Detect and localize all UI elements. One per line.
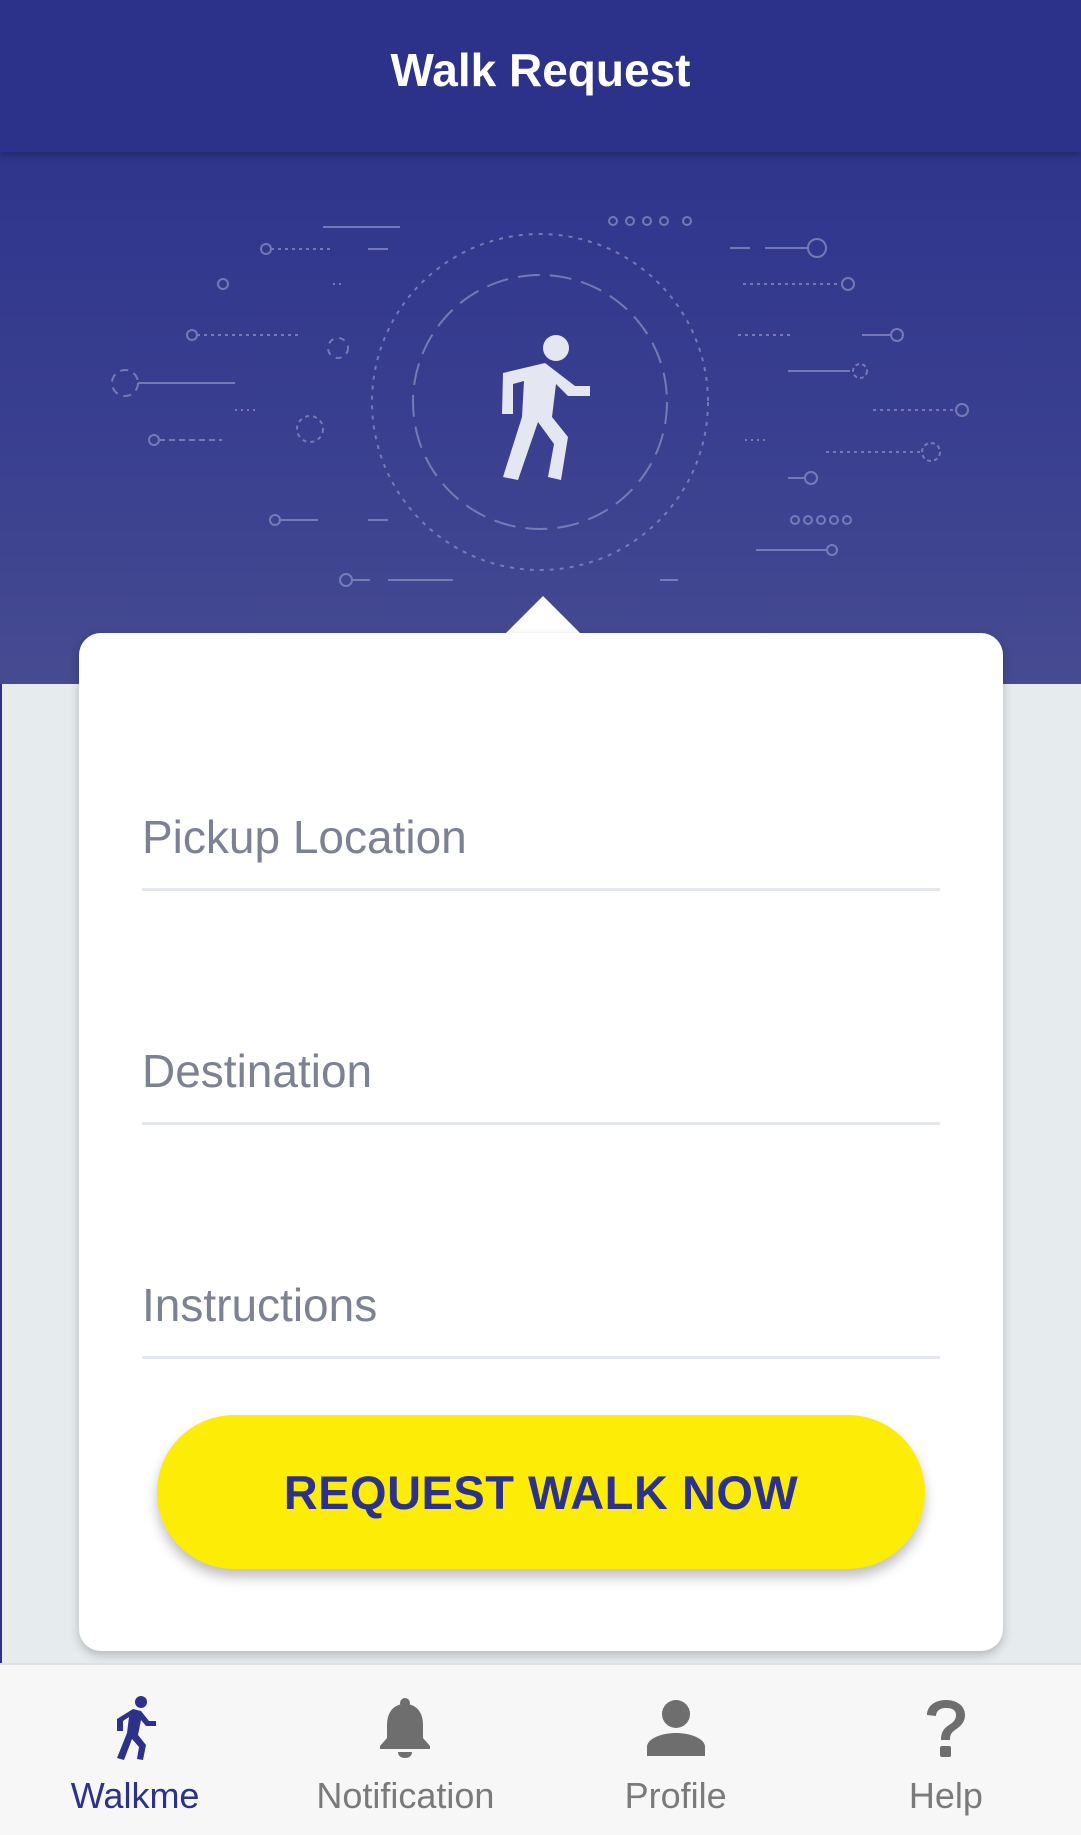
bottom-navigation: Walkme Notification Profile Help: [0, 1663, 1081, 1835]
nav-item-profile[interactable]: Profile: [541, 1665, 811, 1835]
nav-item-walkme[interactable]: Walkme: [0, 1665, 270, 1835]
nav-item-notification[interactable]: Notification: [270, 1665, 540, 1835]
nav-label-notification: Notification: [316, 1775, 495, 1816]
walking-person-icon: [502, 335, 590, 480]
card-pointer: [505, 596, 581, 634]
page-title: Walk Request: [390, 44, 691, 96]
nav-label-walkme: Walkme: [70, 1775, 200, 1816]
page-edge-divider: [0, 684, 2, 1663]
instructions-placeholder: Instructions: [142, 1279, 378, 1331]
app-header: Walk Request: [0, 0, 1081, 152]
nav-label-profile: Profile: [624, 1775, 727, 1816]
person-icon: [646, 1695, 705, 1761]
nav-item-help[interactable]: Help: [811, 1665, 1081, 1835]
destination-field[interactable]: Destination: [142, 1032, 940, 1125]
pickup-location-placeholder: Pickup Location: [142, 811, 467, 863]
instructions-field[interactable]: Instructions: [142, 1266, 940, 1359]
bell-icon: [377, 1695, 433, 1761]
walk-request-form: Pickup Location Destination Instructions…: [79, 633, 1003, 1651]
walking-person-icon: [113, 1695, 157, 1761]
question-icon: [924, 1695, 968, 1761]
request-walk-button-label: REQUEST WALK NOW: [283, 1465, 799, 1519]
destination-placeholder: Destination: [142, 1045, 373, 1097]
pickup-location-field[interactable]: Pickup Location: [142, 798, 940, 891]
nav-label-help: Help: [908, 1775, 983, 1816]
request-walk-button[interactable]: REQUEST WALK NOW: [157, 1415, 925, 1569]
